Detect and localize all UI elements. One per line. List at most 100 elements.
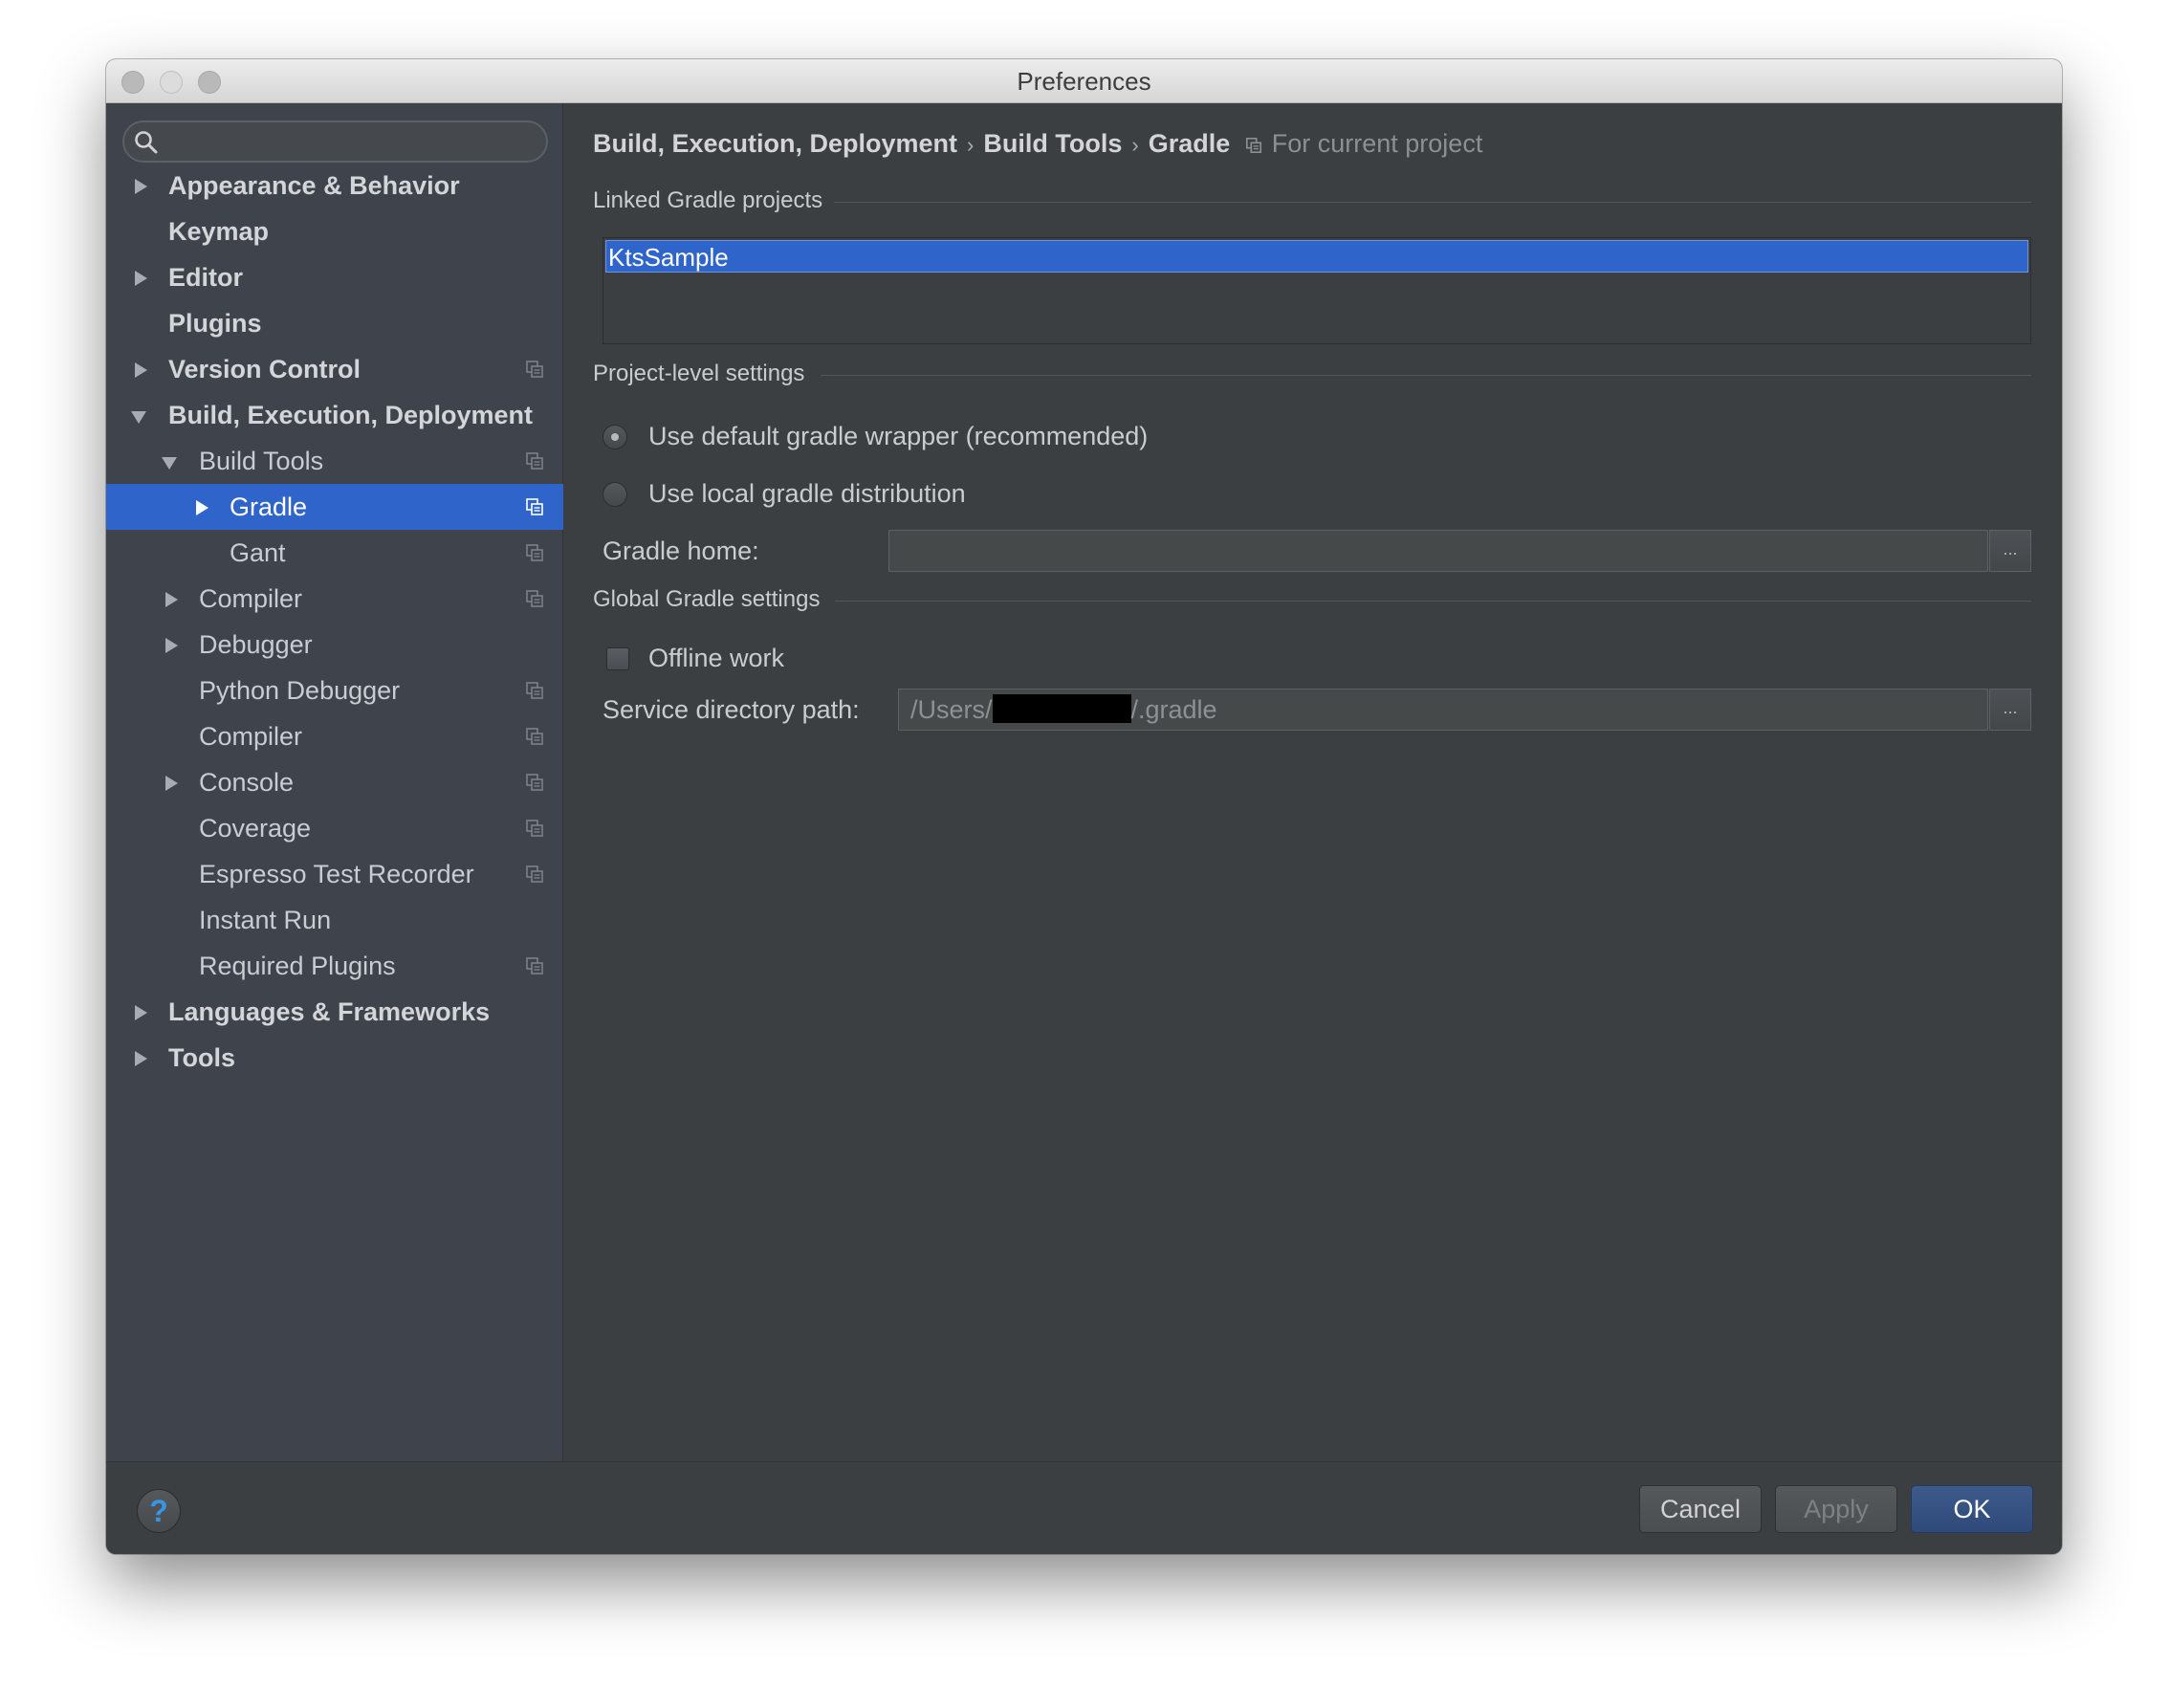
expand-arrow-icon[interactable] — [135, 179, 147, 194]
sidebar-item-label: Console — [199, 768, 295, 797]
service-directory-browse-button[interactable]: ... — [1989, 689, 2031, 731]
linked-projects-title: Linked Gradle projects — [593, 187, 823, 213]
sidebar-item-required-plugins[interactable]: Required Plugins — [106, 943, 563, 989]
project-scope-icon — [526, 544, 543, 561]
offline-work-checkbox[interactable] — [606, 647, 629, 670]
expand-arrow-icon[interactable] — [135, 271, 147, 286]
default-wrapper-label: Use default gradle wrapper (recommended) — [648, 422, 1149, 450]
local-distribution-radio[interactable] — [602, 482, 627, 507]
expand-arrow-icon[interactable] — [135, 1005, 147, 1020]
project-scope-icon — [1245, 137, 1261, 154]
settings-panel: Build, Execution, Deployment › Build Tools… — [564, 103, 2062, 1461]
section-divider — [834, 202, 2031, 203]
sidebar-item-build-execution-deployment[interactable]: Build, Execution, Deployment — [106, 392, 563, 438]
sidebar-item-label: Gradle — [230, 493, 308, 521]
sidebar-item-languages-frameworks[interactable]: Languages & Frameworks — [106, 989, 563, 1035]
sidebar-item-label: Gant — [230, 538, 286, 567]
offline-work-label: Offline work — [648, 644, 785, 672]
project-scope-icon — [526, 590, 543, 607]
ok-button[interactable]: OK — [1911, 1485, 2033, 1533]
dialog-footer: ? Cancel Apply OK — [106, 1461, 2062, 1554]
sidebar-item-appearance-behavior[interactable]: Appearance & Behavior — [106, 163, 563, 208]
settings-tree: Appearance & Behavior Keymap Editor Plug… — [106, 103, 563, 1461]
breadcrumb-item: Gradle — [1148, 129, 1231, 158]
local-distribution-label: Use local gradle distribution — [648, 479, 966, 508]
project-scope-icon — [526, 361, 543, 378]
collapse-arrow-icon[interactable] — [131, 411, 146, 424]
expand-arrow-icon[interactable] — [135, 1051, 147, 1066]
expand-arrow-icon[interactable] — [135, 362, 147, 378]
sidebar-item-label: Python Debugger — [199, 676, 401, 705]
sidebar-item-label: Coverage — [199, 814, 312, 843]
default-wrapper-radio[interactable] — [602, 425, 627, 449]
sidebar-item-keymap[interactable]: Keymap — [106, 208, 563, 254]
section-divider — [835, 601, 2031, 602]
project-scope-icon — [526, 498, 543, 515]
service-directory-value: /Users/ /.gradle — [910, 690, 1217, 730]
expand-arrow-icon[interactable] — [165, 638, 178, 653]
gradle-home-browse-button[interactable]: ... — [1989, 530, 2031, 572]
sidebar-item-label: Tools — [168, 1043, 235, 1072]
project-scope-icon — [526, 865, 543, 883]
project-scope-icon — [526, 728, 543, 745]
sidebar-item-label: Plugins — [168, 309, 262, 338]
linked-projects-list[interactable]: KtsSample — [602, 237, 2031, 344]
sidebar-item-gant[interactable]: Gant — [106, 530, 563, 576]
sidebar-item-compiler[interactable]: Compiler — [106, 576, 563, 622]
service-directory-label: Service directory path: — [602, 695, 860, 724]
sidebar-item-label: Instant Run — [199, 906, 332, 934]
sidebar-item-label: Required Plugins — [199, 952, 396, 980]
section-divider — [821, 375, 2031, 376]
list-item[interactable]: KtsSample — [605, 240, 2028, 273]
path-suffix: /.gradle — [1130, 695, 1217, 724]
sidebar-item-label: Keymap — [168, 217, 270, 246]
global-settings-title: Global Gradle settings — [593, 586, 821, 612]
sidebar-item-console[interactable]: Console — [106, 759, 563, 805]
redacted-username — [992, 694, 1131, 723]
sidebar-item-compiler-2[interactable]: Compiler — [106, 713, 563, 759]
search-box[interactable] — [122, 120, 548, 163]
search-icon — [135, 131, 158, 154]
sidebar-item-gradle[interactable]: Gradle — [106, 484, 563, 530]
sidebar-item-label: Compiler — [199, 584, 303, 613]
expand-arrow-icon[interactable] — [196, 500, 208, 515]
sidebar-item-label: Build, Execution, Deployment — [168, 401, 534, 429]
gradle-home-field[interactable] — [888, 530, 1988, 572]
scope-label: For current project — [1271, 129, 1483, 158]
preferences-window: Preferences Appearance & Behavior Keymap… — [106, 59, 2062, 1554]
project-scope-icon — [526, 957, 543, 974]
service-directory-field[interactable]: /Users/ /.gradle — [898, 689, 1988, 731]
sidebar-item-plugins[interactable]: Plugins — [106, 300, 563, 346]
sidebar-item-espresso-test-recorder[interactable]: Espresso Test Recorder — [106, 851, 563, 897]
breadcrumb-separator: › — [967, 133, 975, 157]
project-scope-icon — [526, 820, 543, 837]
project-scope-icon — [526, 774, 543, 791]
sidebar-item-version-control[interactable]: Version Control — [106, 346, 563, 392]
sidebar-item-instant-run[interactable]: Instant Run — [106, 897, 563, 943]
sidebar-item-label: Espresso Test Recorder — [199, 860, 474, 888]
collapse-arrow-icon[interactable] — [162, 457, 177, 470]
path-prefix: /Users/ — [910, 695, 993, 724]
breadcrumb-item: Build Tools — [983, 129, 1123, 158]
expand-arrow-icon[interactable] — [165, 592, 178, 607]
sidebar-item-label: Languages & Frameworks — [168, 997, 491, 1026]
radio-selected-dot — [611, 433, 619, 441]
sidebar-item-debugger[interactable]: Debugger — [106, 622, 563, 668]
sidebar-item-editor[interactable]: Editor — [106, 254, 563, 300]
sidebar-item-build-tools[interactable]: Build Tools — [106, 438, 563, 484]
search-input[interactable] — [164, 126, 537, 157]
breadcrumb-item: Build, Execution, Deployment — [593, 129, 958, 158]
sidebar-item-tools[interactable]: Tools — [106, 1035, 563, 1081]
sidebar-item-label: Version Control — [168, 355, 362, 383]
expand-arrow-icon[interactable] — [165, 776, 178, 791]
window-title: Preferences — [1017, 67, 1151, 96]
help-button[interactable]: ? — [137, 1489, 181, 1533]
sidebar-item-label: Debugger — [199, 630, 313, 659]
sidebar-item-coverage[interactable]: Coverage — [106, 805, 563, 851]
title-bar: Preferences — [106, 59, 2062, 103]
cancel-button[interactable]: Cancel — [1639, 1485, 1762, 1533]
apply-button[interactable]: Apply — [1775, 1485, 1897, 1533]
breadcrumb-separator: › — [1131, 133, 1139, 157]
gradle-home-label: Gradle home: — [602, 536, 759, 565]
sidebar-item-python-debugger[interactable]: Python Debugger — [106, 668, 563, 713]
